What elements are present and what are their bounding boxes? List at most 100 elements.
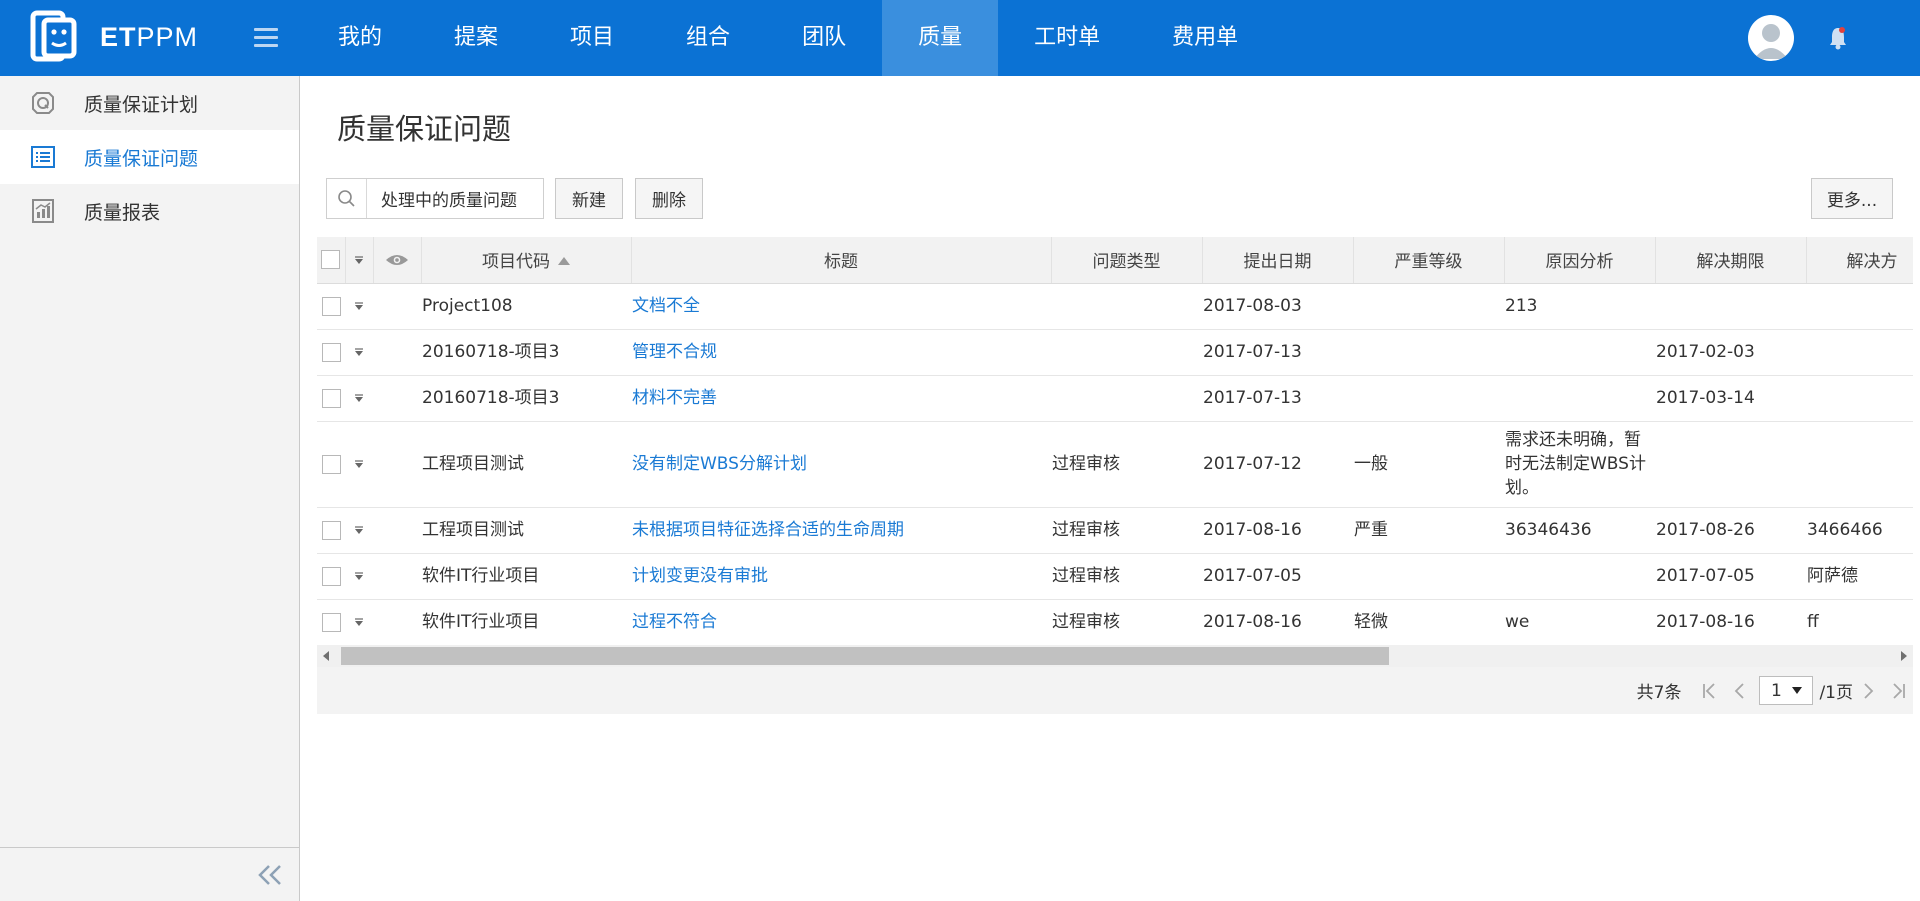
nav-item-2[interactable]: 项目 (534, 0, 650, 76)
sidebar-item-quality-report[interactable]: 质量报表 (0, 184, 299, 238)
filter-view-selector[interactable]: 处理中的质量问题 (326, 178, 544, 219)
row-checkbox[interactable] (321, 566, 341, 586)
cell-severity (1353, 553, 1504, 600)
issue-title-link[interactable]: 文档不全 (632, 296, 700, 316)
cell-severity: 严重 (1353, 507, 1504, 554)
horizontal-scrollbar[interactable] (317, 645, 1913, 667)
cell-type (1051, 283, 1202, 330)
nav-item-0[interactable]: 我的 (302, 0, 418, 76)
row-checkbox[interactable] (321, 296, 341, 316)
more-button[interactable]: 更多... (1811, 178, 1893, 219)
etppm-logo-icon[interactable] (30, 10, 82, 66)
cell-date: 2017-07-13 (1202, 375, 1353, 422)
table-row[interactable]: 工程项目测试 没有制定WBS分解计划 过程审核 2017-07-12 一般 需求还未明确，… (317, 421, 1913, 508)
row-menu-icon[interactable] (353, 346, 365, 358)
scroll-left-arrow-icon[interactable] (323, 651, 329, 661)
cell-code: 工程项目测试 (421, 421, 631, 508)
first-page-icon[interactable] (1699, 680, 1721, 702)
column-header-date[interactable]: 提出日期 (1202, 237, 1354, 284)
page-select[interactable]: 1 (1759, 676, 1814, 705)
sidebar-item-label: 质量保证问题 (84, 147, 199, 170)
cell-deadline: 2017-02-03 (1655, 329, 1806, 376)
row-checkbox[interactable] (321, 342, 341, 362)
row-menu-icon[interactable] (353, 616, 365, 628)
nav-item-3[interactable]: 组合 (650, 0, 766, 76)
row-checkbox[interactable] (321, 454, 341, 474)
cell-title: 材料不完善 (631, 375, 1051, 422)
row-menu-cell (345, 553, 373, 600)
issue-title-link[interactable]: 材料不完善 (632, 388, 717, 408)
last-page-icon[interactable] (1887, 680, 1909, 702)
menu-toggle-icon[interactable] (254, 28, 278, 48)
nav-item-5[interactable]: 质量 (882, 0, 999, 76)
table-row[interactable]: 软件IT行业项目 过程不符合 过程审核 2017-08-16 轻微 we 2017-08-1… (317, 599, 1913, 645)
table-row[interactable]: Project108 文档不全 2017-08-03 213 (317, 283, 1913, 330)
nav-item-6[interactable]: 工时单 (998, 0, 1136, 76)
scrollbar-thumb[interactable] (341, 647, 1389, 665)
issue-title-link[interactable]: 过程不符合 (632, 612, 717, 632)
row-eye-cell (373, 599, 421, 645)
cell-severity (1353, 283, 1504, 330)
column-header-cause[interactable]: 原因分析 (1504, 237, 1656, 284)
row-checkbox[interactable] (321, 388, 341, 408)
sidebar-item-qa-issues[interactable]: 质量保证问题 (0, 130, 299, 184)
sidebar-item-qa-plan[interactable]: 质量保证计划 (0, 76, 299, 130)
cell-severity: 一般 (1353, 421, 1504, 508)
row-checkbox[interactable] (321, 520, 341, 540)
cell-type (1051, 375, 1202, 422)
row-select-cell (317, 507, 345, 554)
column-header-title[interactable]: 标题 (631, 237, 1052, 284)
cell-cause: 213 (1504, 283, 1655, 330)
bell-icon[interactable] (1828, 26, 1848, 50)
cell-cause: 需求还未明确，暂时无法制定WBS计划。 (1504, 421, 1655, 508)
nav-item-4[interactable]: 团队 (766, 0, 882, 76)
sort-asc-icon[interactable] (558, 257, 570, 266)
column-header-solution[interactable]: 解决方 (1806, 237, 1913, 284)
list-icon (31, 146, 55, 168)
cell-title: 计划变更没有审批 (631, 553, 1051, 600)
row-menu-icon[interactable] (353, 254, 365, 266)
table-row[interactable]: 20160718-项目3 材料不完善 2017-07-13 2017-03-14 (317, 375, 1913, 422)
row-menu-icon[interactable] (353, 524, 365, 536)
row-menu-icon[interactable] (353, 392, 365, 404)
row-checkbox[interactable] (321, 612, 341, 632)
header-eye-cell (373, 237, 422, 284)
column-header-code[interactable]: 项目代码 (421, 237, 632, 284)
row-eye-cell (373, 553, 421, 600)
table-row[interactable]: 20160718-项目3 管理不合规 2017-07-13 2017-02-03 (317, 329, 1913, 376)
eye-icon[interactable] (385, 253, 409, 267)
next-page-icon[interactable] (1857, 680, 1879, 702)
column-header-deadline[interactable]: 解决期限 (1655, 237, 1807, 284)
table-row[interactable]: 工程项目测试 未根据项目特征选择合适的生命周期 过程审核 2017-08-16 严重 36… (317, 507, 1913, 554)
cell-date: 2017-08-03 (1202, 283, 1353, 330)
cell-code: 软件IT行业项目 (421, 599, 631, 645)
nav-item-7[interactable]: 费用单 (1136, 0, 1274, 76)
search-icon (327, 179, 367, 218)
cell-code: 工程项目测试 (421, 507, 631, 554)
nav-item-1[interactable]: 提案 (418, 0, 534, 76)
select-all-checkbox[interactable] (321, 250, 341, 270)
new-button[interactable]: 新建 (555, 178, 623, 219)
issue-title-link[interactable]: 没有制定WBS分解计划 (632, 454, 807, 474)
row-menu-icon[interactable] (353, 570, 365, 582)
prev-page-icon[interactable] (1729, 680, 1751, 702)
page-title: 质量保证问题 (337, 112, 512, 146)
column-header-severity[interactable]: 严重等级 (1353, 237, 1505, 284)
column-header-type[interactable]: 问题类型 (1051, 237, 1203, 284)
row-select-cell (317, 283, 345, 330)
row-eye-cell (373, 507, 421, 554)
cell-type: 过程审核 (1051, 421, 1202, 508)
row-menu-cell (345, 599, 373, 645)
issue-title-link[interactable]: 未根据项目特征选择合适的生命周期 (632, 520, 904, 540)
current-page: 1 (1771, 680, 1782, 701)
double-chevron-left-icon[interactable] (255, 862, 285, 888)
delete-button[interactable]: 删除 (635, 178, 703, 219)
row-menu-icon[interactable] (353, 458, 365, 470)
user-avatar[interactable] (1748, 15, 1794, 61)
table-row[interactable]: 软件IT行业项目 计划变更没有审批 过程审核 2017-07-05 2017-07-05… (317, 553, 1913, 600)
scroll-right-arrow-icon[interactable] (1901, 651, 1907, 661)
issue-title-link[interactable]: 管理不合规 (632, 342, 717, 362)
row-menu-icon[interactable] (353, 300, 365, 312)
issue-title-link[interactable]: 计划变更没有审批 (632, 566, 768, 586)
sidebar: 质量保证计划 质量保证问题 质量报表 (0, 76, 300, 901)
